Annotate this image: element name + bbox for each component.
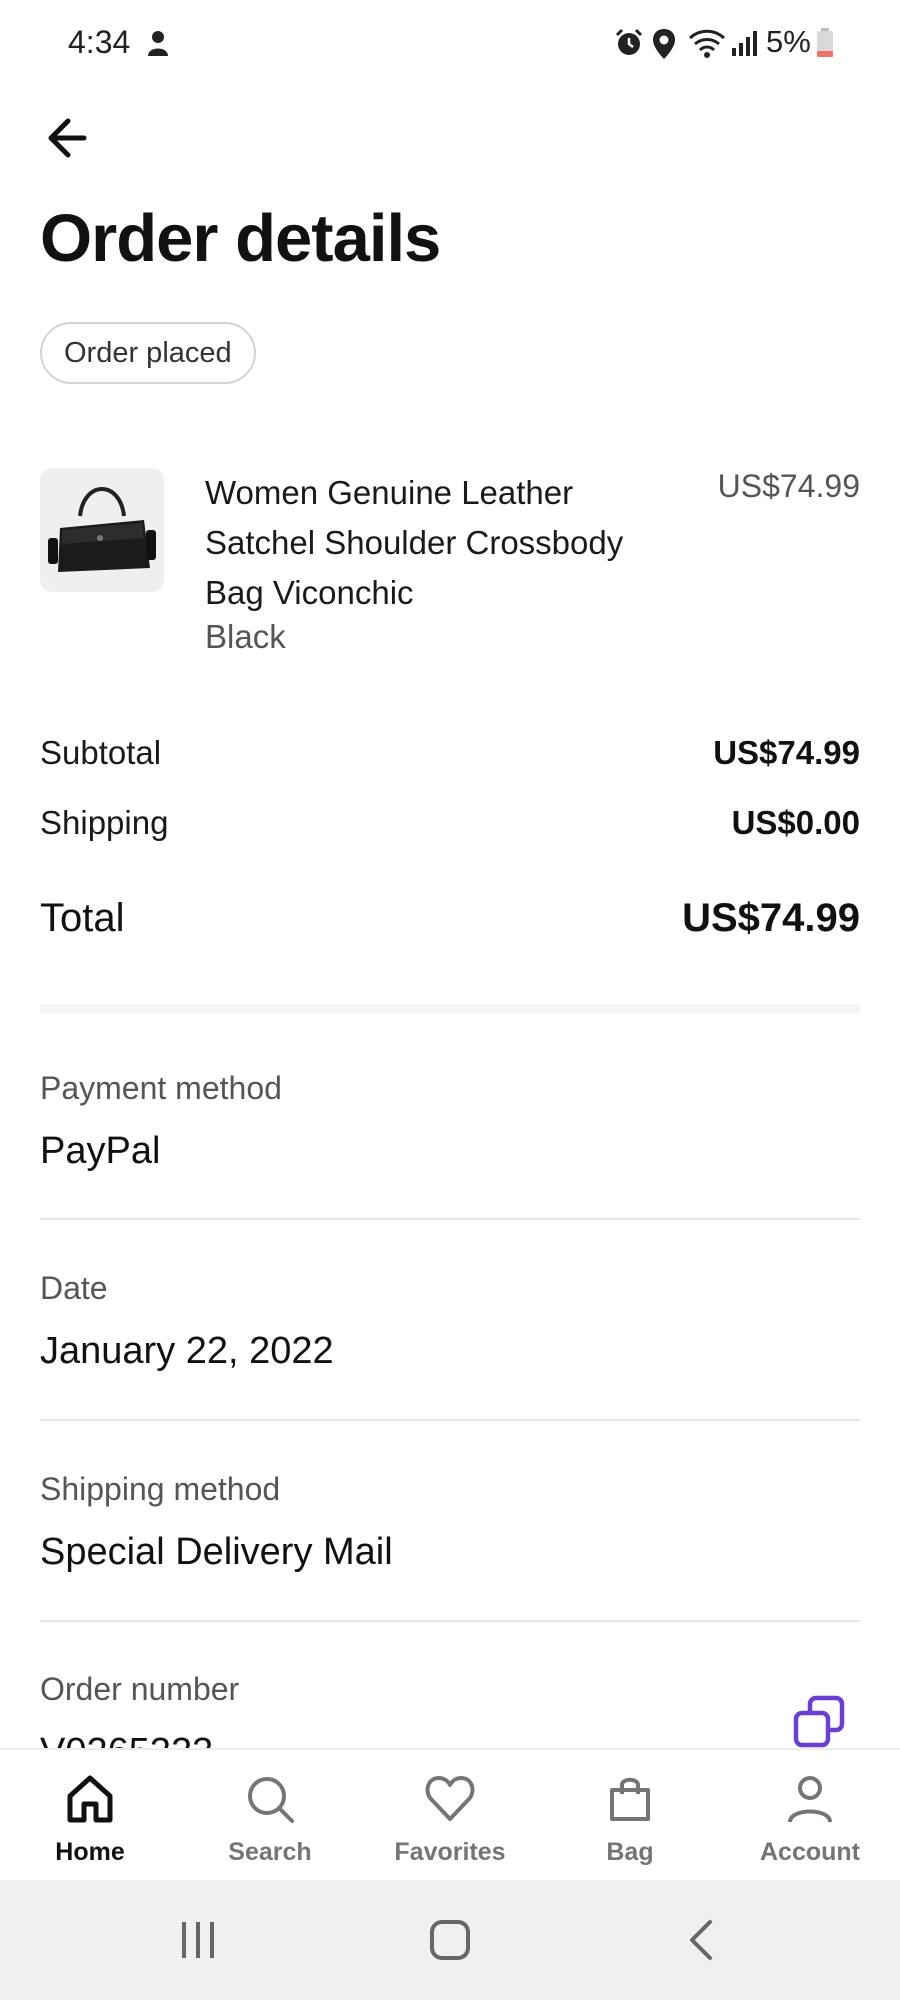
bag-icon [610,1777,650,1821]
date-value: January 22, 2022 [40,1330,334,1372]
date-label: Date [40,1270,108,1306]
shipping-method-label: Shipping method [40,1471,281,1507]
product-image[interactable] [40,468,164,592]
alarm-icon [615,28,643,55]
shipping-method-value: Special Delivery Mail [40,1531,393,1573]
nav-label: Search [228,1838,312,1866]
nav-account[interactable]: Account [720,1750,900,1880]
nav-search[interactable]: Search [180,1750,360,1880]
nav-bag[interactable]: Bag [540,1750,720,1880]
battery-icon [817,28,833,57]
notification-icon [148,31,168,56]
payment-method-label: Payment method [40,1070,282,1106]
system-navigation-bar [0,1880,900,2000]
nav-home[interactable]: Home [0,1750,180,1880]
subtotal-value: US$74.99 [713,734,860,771]
recent-apps-button[interactable] [138,1880,258,2000]
bottom-navigation: Home Search Favorites Bag Account [0,1748,900,1882]
product-variant: Black [205,618,286,655]
status-time: 4:34 [68,24,131,60]
back-chevron-icon [690,1920,712,1960]
divider [40,1419,860,1421]
account-icon [788,1776,832,1823]
product-name[interactable]: Women Genuine Leather Satchel Shoulder C… [205,468,665,618]
battery-percent: 5% [766,24,811,59]
status-bar: 4:34 5% [0,0,900,88]
home-button-icon [430,1920,470,1960]
signal-icon [732,31,757,56]
order-status-chip: Order placed [40,322,256,384]
total-label: Total [40,896,125,940]
copy-icon[interactable] [790,1693,850,1753]
wifi-icon [688,29,726,58]
payment-method-value: PayPal [40,1130,161,1172]
section-divider [40,1004,860,1014]
nav-favorites[interactable]: Favorites [360,1750,540,1880]
nav-label: Favorites [394,1838,506,1866]
location-icon [653,29,675,59]
subtotal-label: Subtotal [40,734,162,771]
total-value: US$74.99 [682,896,860,940]
search-icon [248,1777,294,1823]
divider [40,1620,860,1622]
home-button[interactable] [390,1880,510,2000]
handbag-image [48,487,156,572]
back-button[interactable] [642,1880,762,2000]
nav-label: Home [55,1838,125,1866]
heart-icon [425,1776,475,1821]
shipping-value: US$0.00 [731,804,860,841]
page-title: Order details [40,201,441,276]
nav-label: Bag [606,1838,654,1866]
order-number-label: Order number [40,1671,240,1707]
back-arrow-icon[interactable] [40,108,100,168]
divider [40,1218,860,1220]
product-price: US$74.99 [717,468,860,504]
nav-label: Account [760,1838,860,1866]
recent-apps-icon [182,1922,214,1958]
shipping-label: Shipping [40,804,169,841]
home-icon [67,1775,113,1823]
